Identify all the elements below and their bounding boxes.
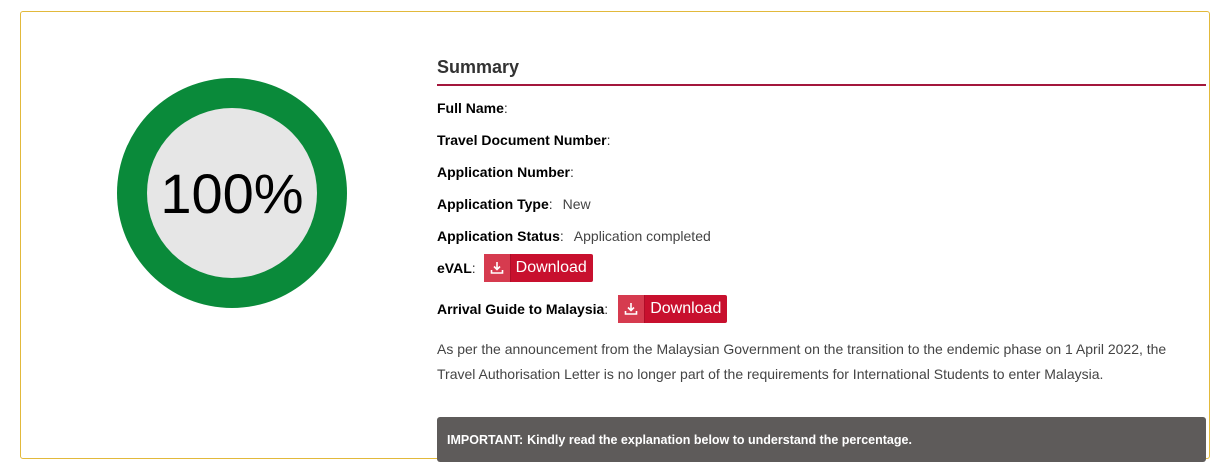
- progress-label: 100%: [147, 108, 317, 278]
- eval-download-button[interactable]: Download: [483, 254, 593, 282]
- download-row-arrival-guide: Arrival Guide to Malaysia: Download: [437, 295, 728, 323]
- summary-card: 100% Summary Full Name: Travel Document …: [20, 11, 1210, 462]
- field-application-number: Application Number:: [437, 164, 574, 180]
- field-travel-document-number: Travel Document Number:: [437, 132, 611, 148]
- field-label: Application Number: [437, 164, 571, 180]
- field-label: Travel Document Number: [437, 132, 607, 148]
- progress-ring: 100%: [117, 78, 347, 308]
- download-button-label: Download: [650, 300, 722, 317]
- important-prefix: IMPORTANT:: [447, 432, 524, 447]
- download-icon: [483, 254, 511, 282]
- download-row-eval: eVAL: Download: [437, 254, 593, 282]
- download-icon: [618, 295, 646, 323]
- field-application-status: Application Status: Application complete…: [437, 228, 711, 244]
- download-label: Arrival Guide to Malaysia: [437, 301, 605, 317]
- field-label: Application Type: [437, 196, 549, 212]
- download-label: eVAL: [437, 260, 472, 276]
- field-full-name: Full Name:: [437, 100, 508, 116]
- endemic-phase-note: As per the announcement from the Malaysi…: [437, 341, 1167, 382]
- field-value: Application completed: [573, 228, 711, 244]
- important-notice: IMPORTANT: Kindly read the explanation b…: [437, 417, 1206, 462]
- field-label: Application Status: [437, 228, 560, 244]
- field-value: New: [562, 196, 591, 212]
- field-application-type: Application Type: New: [437, 196, 591, 212]
- important-text: Kindly read the explanation below to und…: [527, 432, 912, 447]
- summary-section: Summary Full Name: Travel Document Numbe…: [437, 52, 1206, 462]
- download-button-label: Download: [515, 259, 587, 276]
- arrival-guide-download-button[interactable]: Download: [618, 295, 728, 323]
- summary-title: Summary: [437, 57, 1206, 86]
- field-label: Full Name: [437, 100, 504, 116]
